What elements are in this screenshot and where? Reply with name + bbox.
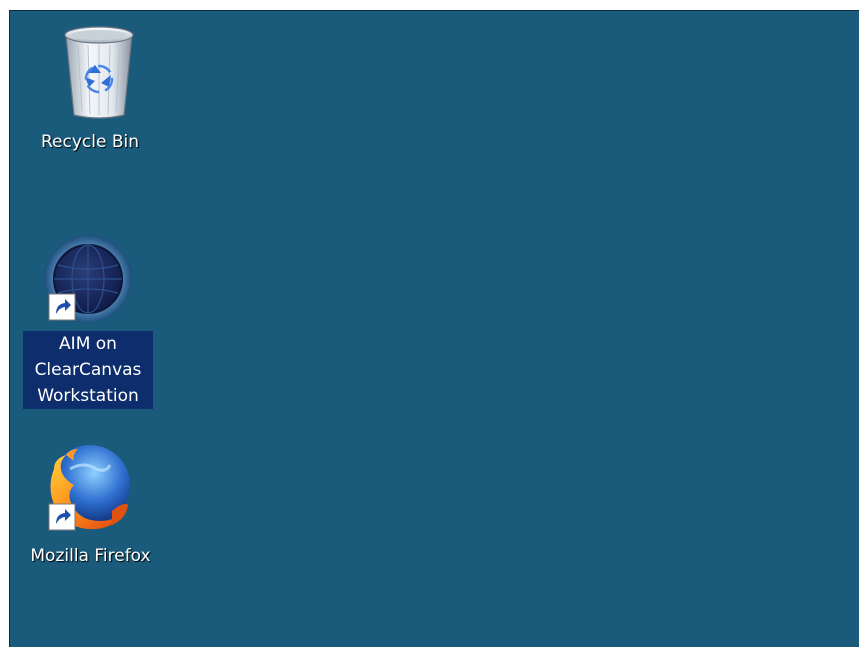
- desktop-icon-aim-clearcanvas[interactable]: AIM on ClearCanvas Workstation: [20, 233, 160, 418]
- shortcut-arrow-icon: [48, 293, 76, 321]
- desktop-icon-label: Recycle Bin: [40, 132, 139, 152]
- desktop-icon-recycle-bin[interactable]: Recycle Bin: [20, 19, 160, 159]
- desktop-icon-mozilla-firefox[interactable]: Mozilla Firefox: [18, 439, 163, 579]
- screenshot-frame: Recycle Bin AIM on ClearCanvas Workstati…: [0, 0, 859, 647]
- desktop-icon-label: Mozilla Firefox: [30, 546, 151, 566]
- desktop-icon-label: AIM on ClearCanvas Workstation: [23, 331, 153, 409]
- recycle-bin-icon: [60, 21, 138, 121]
- shortcut-arrow-icon: [48, 503, 76, 531]
- desktop[interactable]: Recycle Bin AIM on ClearCanvas Workstati…: [9, 10, 859, 647]
